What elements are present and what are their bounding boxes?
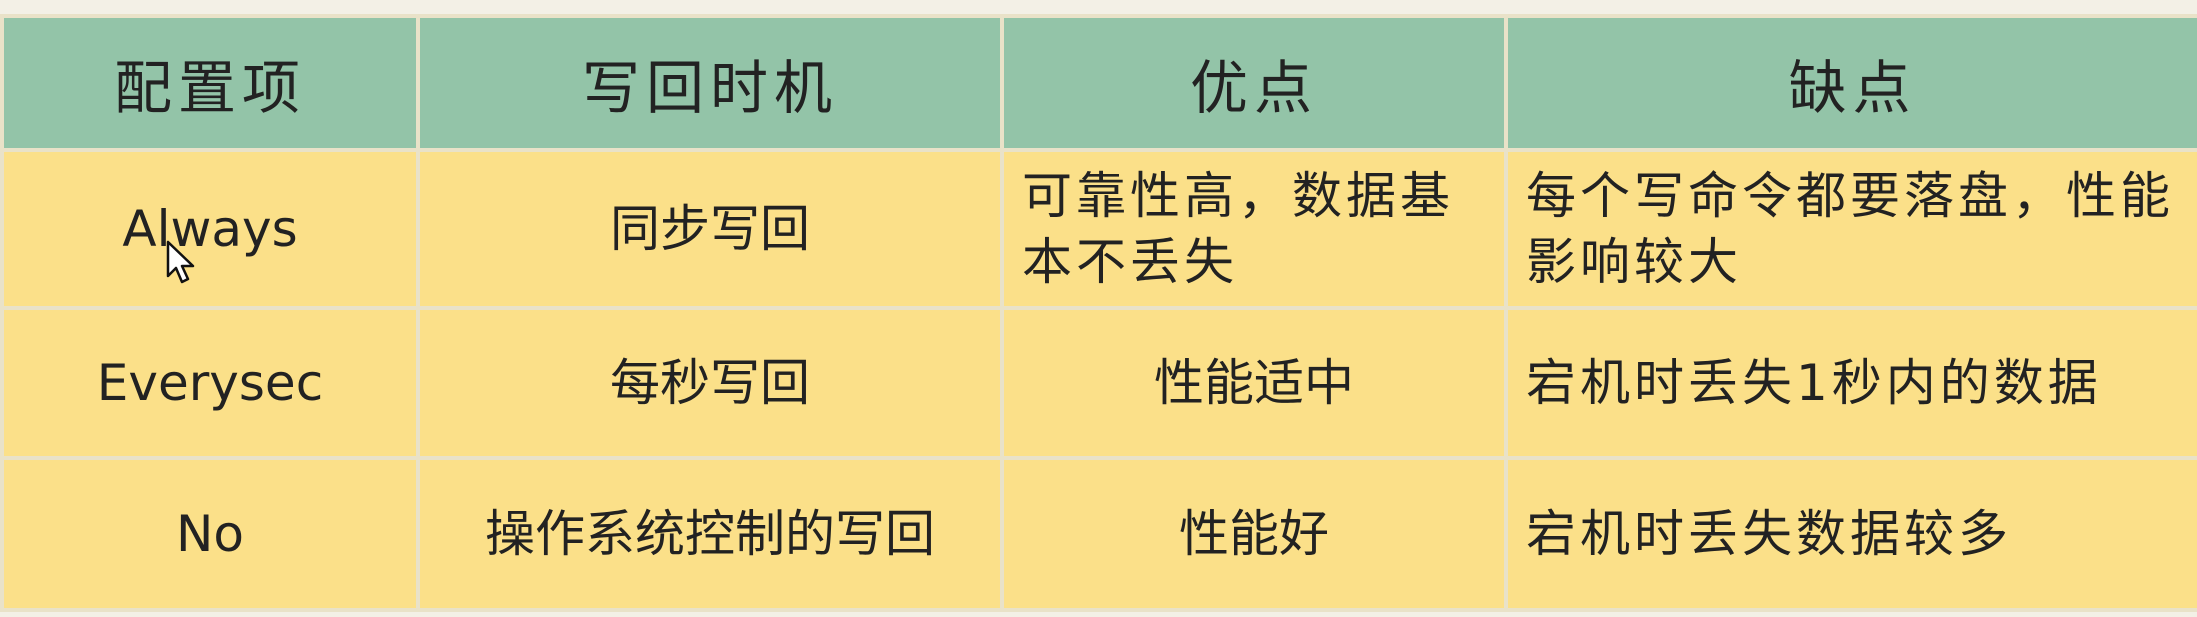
cell-config: Always [0,148,420,310]
cell-pros: 可靠性高，数据基本不丢失 [1000,148,1508,310]
cell-cons: 宕机时丢失1秒内的数据 [1504,306,2197,460]
table-row: No 操作系统控制的写回 性能好 宕机时丢失数据较多 [0,456,2197,612]
header-writeback-timing: 写回时机 [416,14,1004,152]
cell-cons: 每个写命令都要落盘，性能影响较大 [1504,148,2197,310]
cell-pros: 性能适中 [1000,306,1508,460]
cell-config: No [0,456,420,612]
screen: 配置项 写回时机 优点 缺点 Always 同步写回 可靠性高，数据基本不丢失 … [0,0,2197,617]
cell-timing: 操作系统控制的写回 [416,456,1004,612]
header-pros: 优点 [1000,14,1508,152]
cell-cons: 宕机时丢失数据较多 [1504,456,2197,612]
table-row: Everysec 每秒写回 性能适中 宕机时丢失1秒内的数据 [0,306,2197,460]
cell-timing: 同步写回 [416,148,1004,310]
header-cons: 缺点 [1504,14,2197,152]
table-header-row: 配置项 写回时机 优点 缺点 [0,14,2197,152]
cell-timing: 每秒写回 [416,306,1004,460]
cell-config: Everysec [0,306,420,460]
mouse-pointer-icon [166,240,195,284]
aof-writeback-table: 配置项 写回时机 优点 缺点 Always 同步写回 可靠性高，数据基本不丢失 … [0,14,2197,612]
cell-pros: 性能好 [1000,456,1508,612]
table-row: Always 同步写回 可靠性高，数据基本不丢失 每个写命令都要落盘，性能影响较… [0,148,2197,310]
header-config: 配置项 [0,14,420,152]
